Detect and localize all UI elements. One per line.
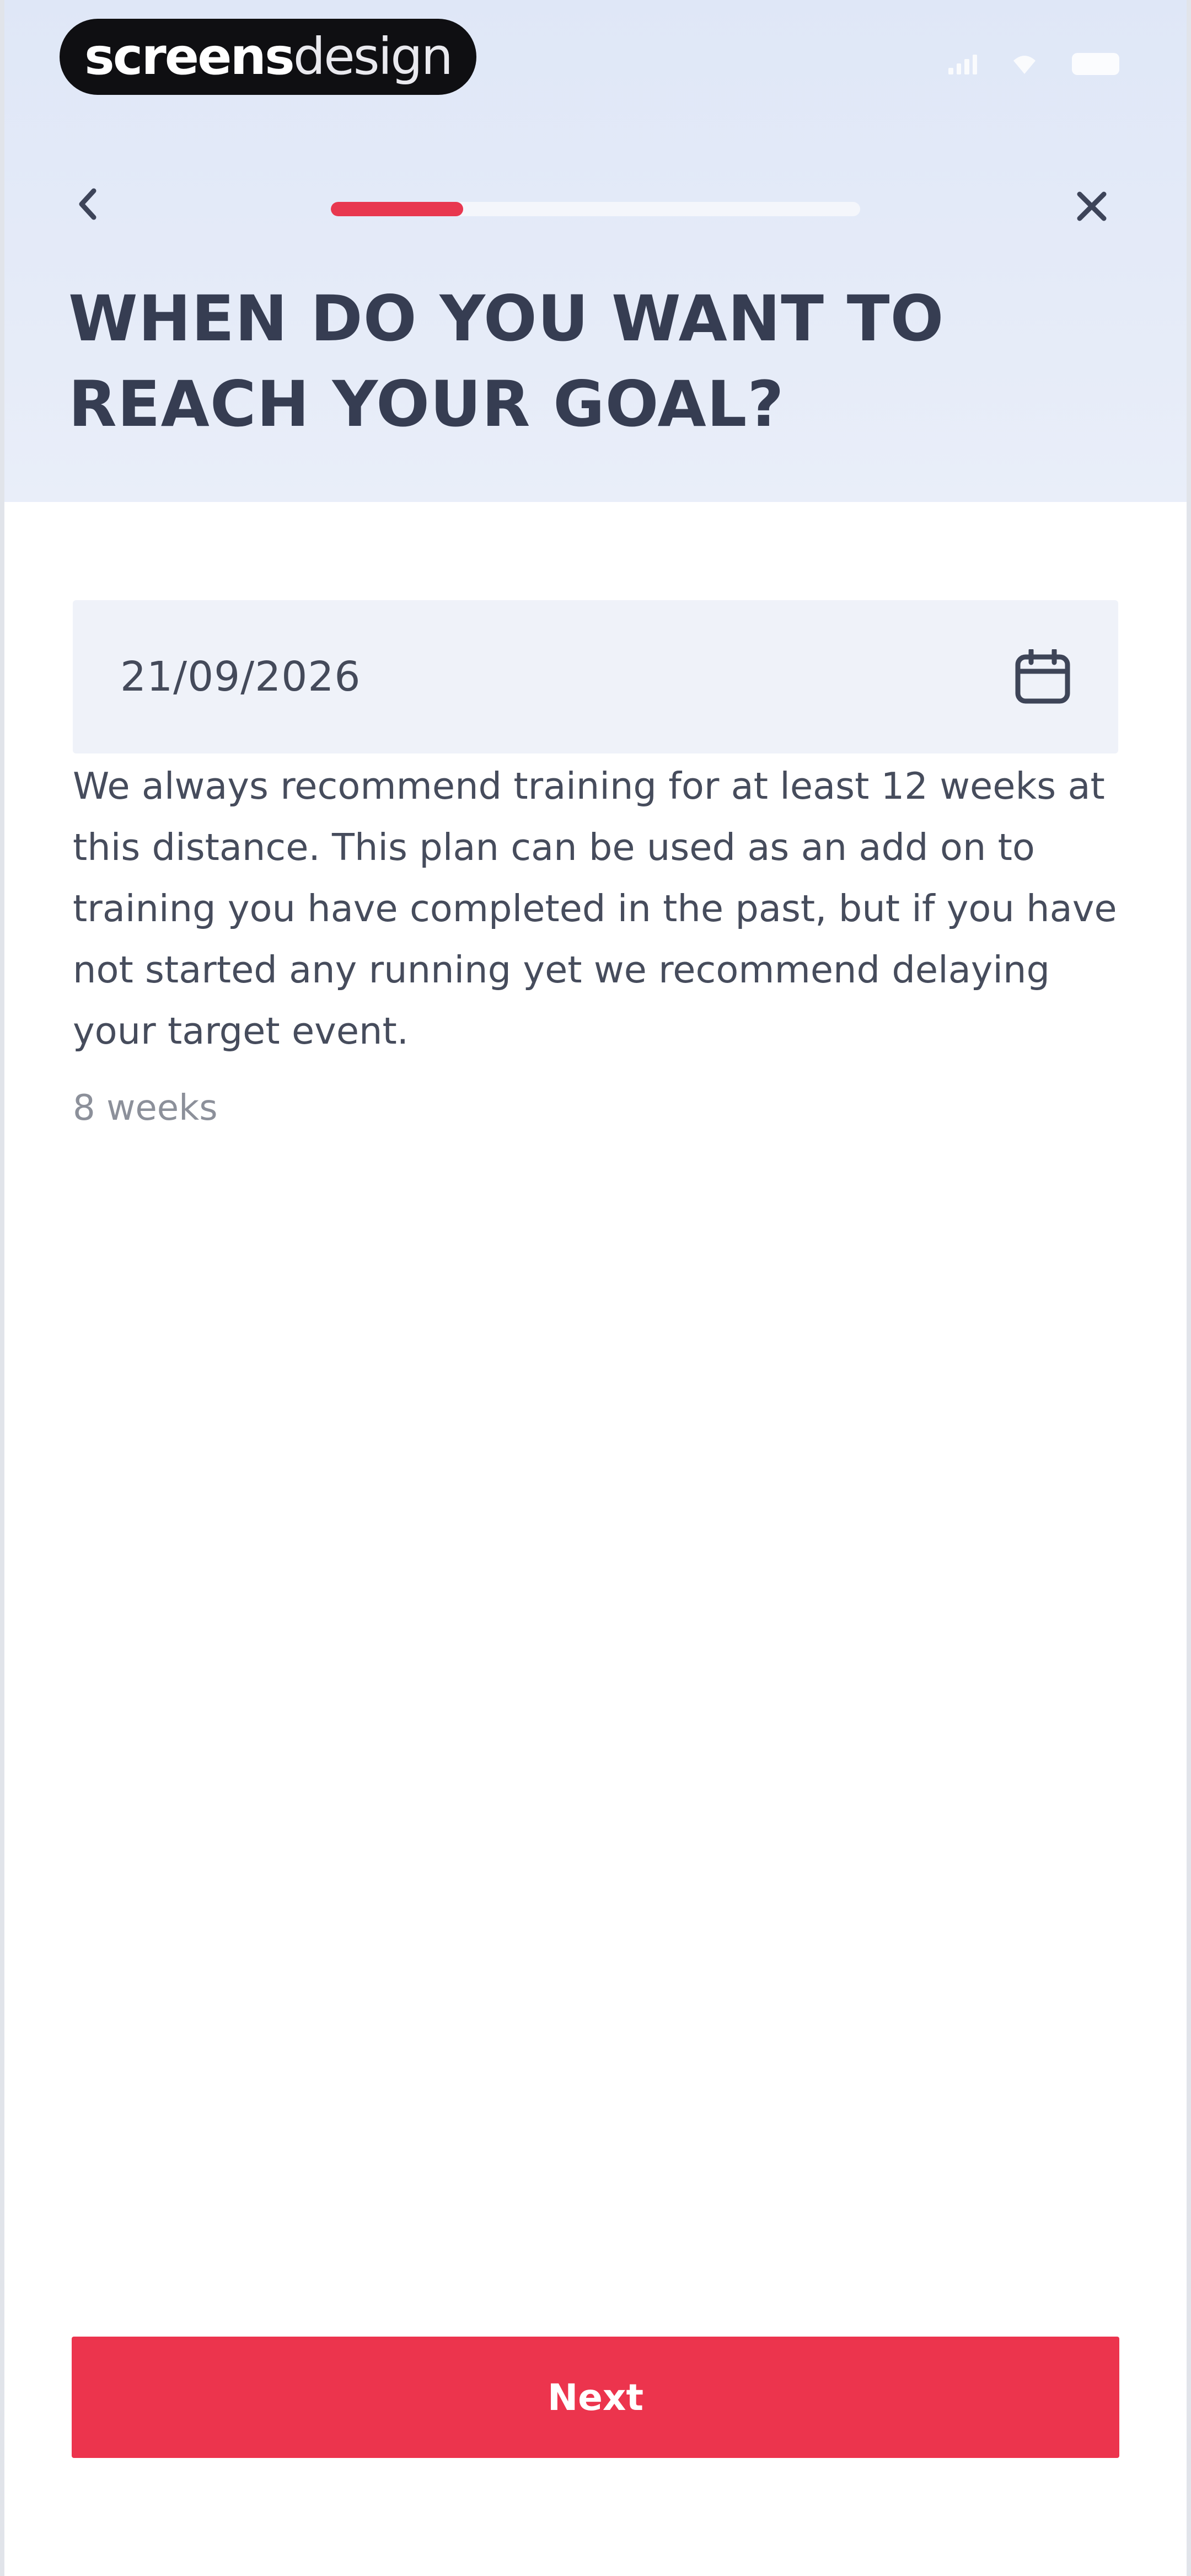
brand-wordmark: screensdesign [84, 31, 453, 82]
close-icon [1077, 191, 1107, 221]
signal-icon [948, 54, 977, 74]
screensdesign-logo: screensdesign [60, 19, 476, 95]
weeks-count: 8 weeks [73, 1088, 218, 1129]
battery-icon [1072, 53, 1119, 75]
screen-edge-right [1187, 0, 1191, 2576]
progress-bar-fill [331, 202, 463, 216]
progress-bar [331, 202, 860, 216]
page-title: WHEN DO YOU WANT TO REACH YOUR GOAL? [68, 282, 945, 441]
app-screen: screensdesign WHEN DO YOU WANT TO REACH … [0, 0, 1191, 2576]
chevron-left-icon [79, 188, 96, 220]
brand-bold-text: screens [84, 27, 295, 86]
status-icons [948, 53, 1119, 75]
next-button[interactable]: Next [72, 2337, 1119, 2458]
calendar-icon[interactable] [1013, 649, 1072, 704]
screen-edge-left [0, 0, 4, 2576]
date-value: 21/09/2026 [120, 653, 361, 701]
recommendation-text: We always recommend training for at leas… [73, 765, 1117, 1052]
brand-light-text: design [293, 27, 453, 86]
wifi-icon [1013, 56, 1036, 74]
target-date-field[interactable]: 21/09/2026 [73, 600, 1118, 753]
close-button[interactable] [1070, 184, 1114, 228]
back-button[interactable] [65, 182, 109, 226]
